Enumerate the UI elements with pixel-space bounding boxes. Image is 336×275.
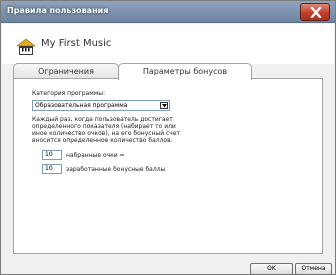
tab-bonus-settings[interactable]: Параметры бонусов — [118, 63, 252, 80]
tab-limits[interactable]: Ограничения — [13, 63, 119, 79]
close-icon — [310, 7, 322, 18]
bonus-settings-panel: Категория программы: Образовательная про… — [13, 78, 323, 254]
app-name: My First Music — [41, 38, 112, 49]
window-title: Правила пользования — [7, 6, 109, 15]
chevron-down-icon — [162, 104, 167, 108]
points-label: набранные очки = — [66, 152, 125, 159]
app-header: My First Music — [2, 24, 334, 64]
ok-button[interactable]: OK — [250, 263, 293, 275]
tab-label: Параметры бонусов — [142, 67, 228, 76]
title-bar[interactable]: Правила пользования — [1, 1, 335, 23]
bonus-points-input[interactable]: 10 — [42, 164, 62, 174]
tab-label: Ограничения — [38, 67, 94, 76]
dropdown-arrow[interactable] — [160, 102, 168, 109]
category-select[interactable]: Образовательная программа — [32, 100, 170, 111]
close-button[interactable] — [300, 3, 330, 21]
dialog-window: Правила пользования My First Music Огран… — [0, 0, 336, 275]
cancel-button[interactable]: Отмена — [295, 263, 332, 275]
points-input[interactable]: 10 — [42, 150, 62, 160]
bonus-points-label: заработанные бонусные баллы — [66, 166, 166, 173]
piano-house-icon — [16, 38, 36, 55]
category-label: Категория программы: — [32, 90, 106, 97]
bonus-description: Каждый раз, когда пользователь достигает… — [32, 116, 181, 144]
category-select-value: Образовательная программа — [35, 102, 128, 109]
